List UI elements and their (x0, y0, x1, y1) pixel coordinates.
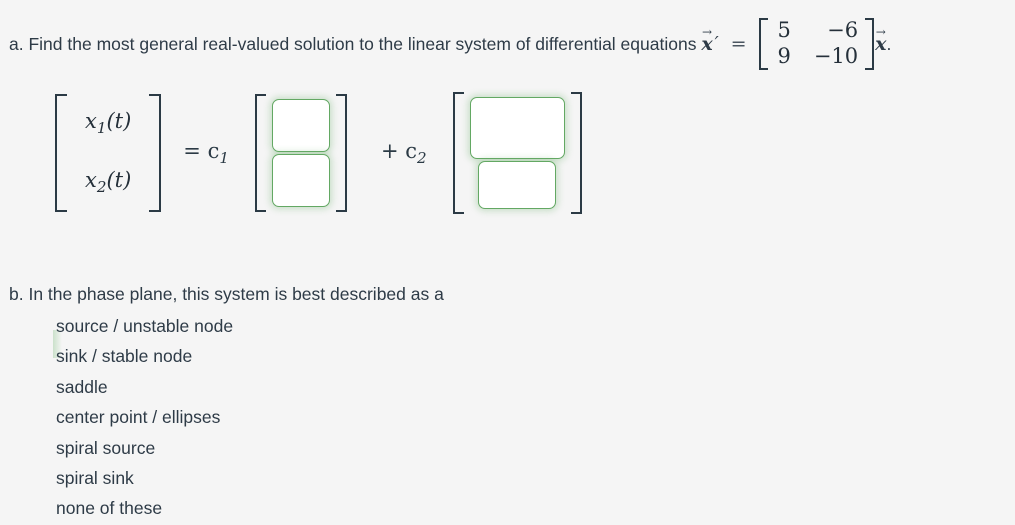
trailing-period: . (886, 34, 892, 54)
c1-subscript: 1 (219, 149, 229, 168)
option-center-point-ellipses[interactable]: center point / ellipses (56, 402, 233, 432)
matrix-cell-r2c1: 9 (777, 44, 791, 68)
lhs-vector-cells: x1(t) x2(t) (67, 94, 149, 212)
eigenvector-2-stack (469, 92, 565, 214)
part-a-question-text: Find the most general real-valued soluti… (28, 34, 697, 54)
lhs-cell-x2: x2(t) (85, 164, 131, 200)
x2-base: x (85, 168, 97, 193)
eigenvector-1-input-group (254, 94, 347, 212)
worksheet-page: a. Find the most general real-valued sol… (0, 0, 1015, 525)
x2-argument: (t) (106, 168, 132, 193)
matrix-row: 5 −6 (768, 18, 865, 44)
matrix-cell-r2c2: −10 (813, 44, 859, 68)
eigenvector-2-bracket-right (570, 92, 582, 214)
solution-equation-row: x1(t) x2(t) = c1 + c2 (55, 92, 582, 214)
c2-subscript: 2 (417, 149, 427, 168)
vector-arrow-icon: → (875, 24, 886, 39)
lhs-bracket-left (55, 94, 67, 212)
part-b-options-list: source / unstable node sink / stable nod… (56, 311, 233, 524)
lhs-cell-x1: x1(t) (85, 105, 131, 141)
part-a-label: a. (9, 34, 24, 54)
lhs-solution-vector: x1(t) x2(t) (55, 94, 162, 212)
eigenvector-1-bottom-input[interactable] (271, 154, 330, 207)
eigenvector-2-bottom-input[interactable] (478, 161, 557, 209)
prime-symbol: ′ (714, 33, 719, 54)
equals-c1-text: = c (183, 138, 220, 163)
eigenvector-2-input-group (452, 92, 582, 214)
plus-c2-operator: + c2 (347, 139, 439, 167)
part-b-prompt: b. In the phase plane, this system is be… (9, 284, 444, 304)
option-spiral-source[interactable]: spiral source (56, 433, 233, 463)
x1-argument: (t) (106, 109, 132, 134)
option-none-of-these[interactable]: none of these (56, 493, 233, 523)
matrix-row: 9 −10 (768, 44, 865, 70)
equals-symbol: = (730, 33, 747, 55)
matrix-values: 5 −6 9 −10 (768, 18, 865, 70)
eigenvector-2-top-input[interactable] (469, 97, 565, 159)
eigenvector-1-bracket-left (254, 94, 266, 212)
eigenvector-2-bracket-left (452, 92, 464, 214)
coefficient-matrix: 5 −6 9 −10 (759, 18, 875, 70)
option-source-unstable-node[interactable]: source / unstable node (56, 311, 233, 341)
eigenvector-1-top-input[interactable] (271, 99, 330, 152)
part-a-prompt: a. Find the most general real-valued sol… (9, 18, 891, 70)
matrix-bracket-right (865, 18, 875, 70)
matrix-cell-r1c2: −6 (827, 18, 859, 42)
equals-c1-operator: = c1 (161, 139, 241, 167)
matrix-cell-r1c1: 5 (777, 18, 791, 42)
option-saddle[interactable]: saddle (56, 372, 233, 402)
eigenvector-1-stack (271, 94, 330, 212)
vector-arrow-icon: → (701, 24, 713, 39)
x1-base: x (85, 109, 97, 134)
plus-c2-text: + c (380, 138, 418, 163)
matrix-bracket-left (759, 18, 769, 70)
option-sink-stable-node[interactable]: sink / stable node (56, 341, 233, 371)
vector-x-symbol-trailing: → x (875, 26, 886, 54)
vector-x-symbol: → x (701, 26, 712, 54)
eigenvector-1-bracket-right (335, 94, 347, 212)
option-spiral-sink[interactable]: spiral sink (56, 463, 233, 493)
lhs-bracket-right (149, 94, 162, 212)
